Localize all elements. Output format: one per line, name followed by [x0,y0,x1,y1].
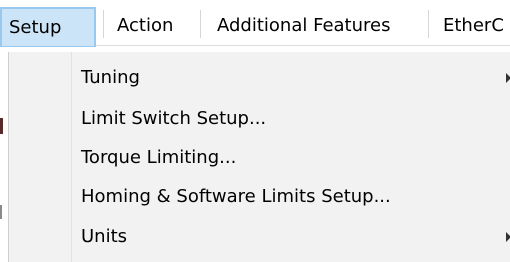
menu-setup[interactable]: Setup [0,7,96,47]
menu-item-label: Limit Switch Setup... [81,108,267,129]
menu-setup-label: Setup [9,17,62,38]
menu-item-limit-switch-setup[interactable]: Limit Switch Setup... [10,100,510,137]
menu-ethercat-label: EtherC [443,14,504,36]
menu-item-torque-limiting[interactable]: Torque Limiting... [10,139,510,176]
menu-item-label: Homing & Software Limits Setup... [81,186,391,207]
menu-action-label: Action [117,14,174,36]
chevron-right-icon [506,72,510,83]
setup-dropdown-menu: Tuning Limit Switch Setup... Torque Limi… [8,52,510,262]
menu-item-homing-software-limits-setup[interactable]: Homing & Software Limits Setup... [10,178,510,215]
menu-ethercat[interactable]: EtherC [429,7,510,43]
menu-item-label: Tuning [81,67,140,88]
menu-item-label: Torque Limiting... [81,147,237,168]
menu-item-units[interactable]: Units [10,218,510,255]
menu-item-tuning[interactable]: Tuning [10,59,510,96]
menu-additional-features[interactable]: Additional Features [201,7,426,43]
chevron-right-icon [506,231,510,242]
menu-bar: Setup Action Additional Features EtherC [0,0,510,47]
menu-item-label: Units [81,226,128,247]
window-edge-mark [0,205,2,219]
window-edge-mark [0,118,3,134]
menu-action[interactable]: Action [104,7,200,43]
menu-additional-features-label: Additional Features [217,14,391,36]
